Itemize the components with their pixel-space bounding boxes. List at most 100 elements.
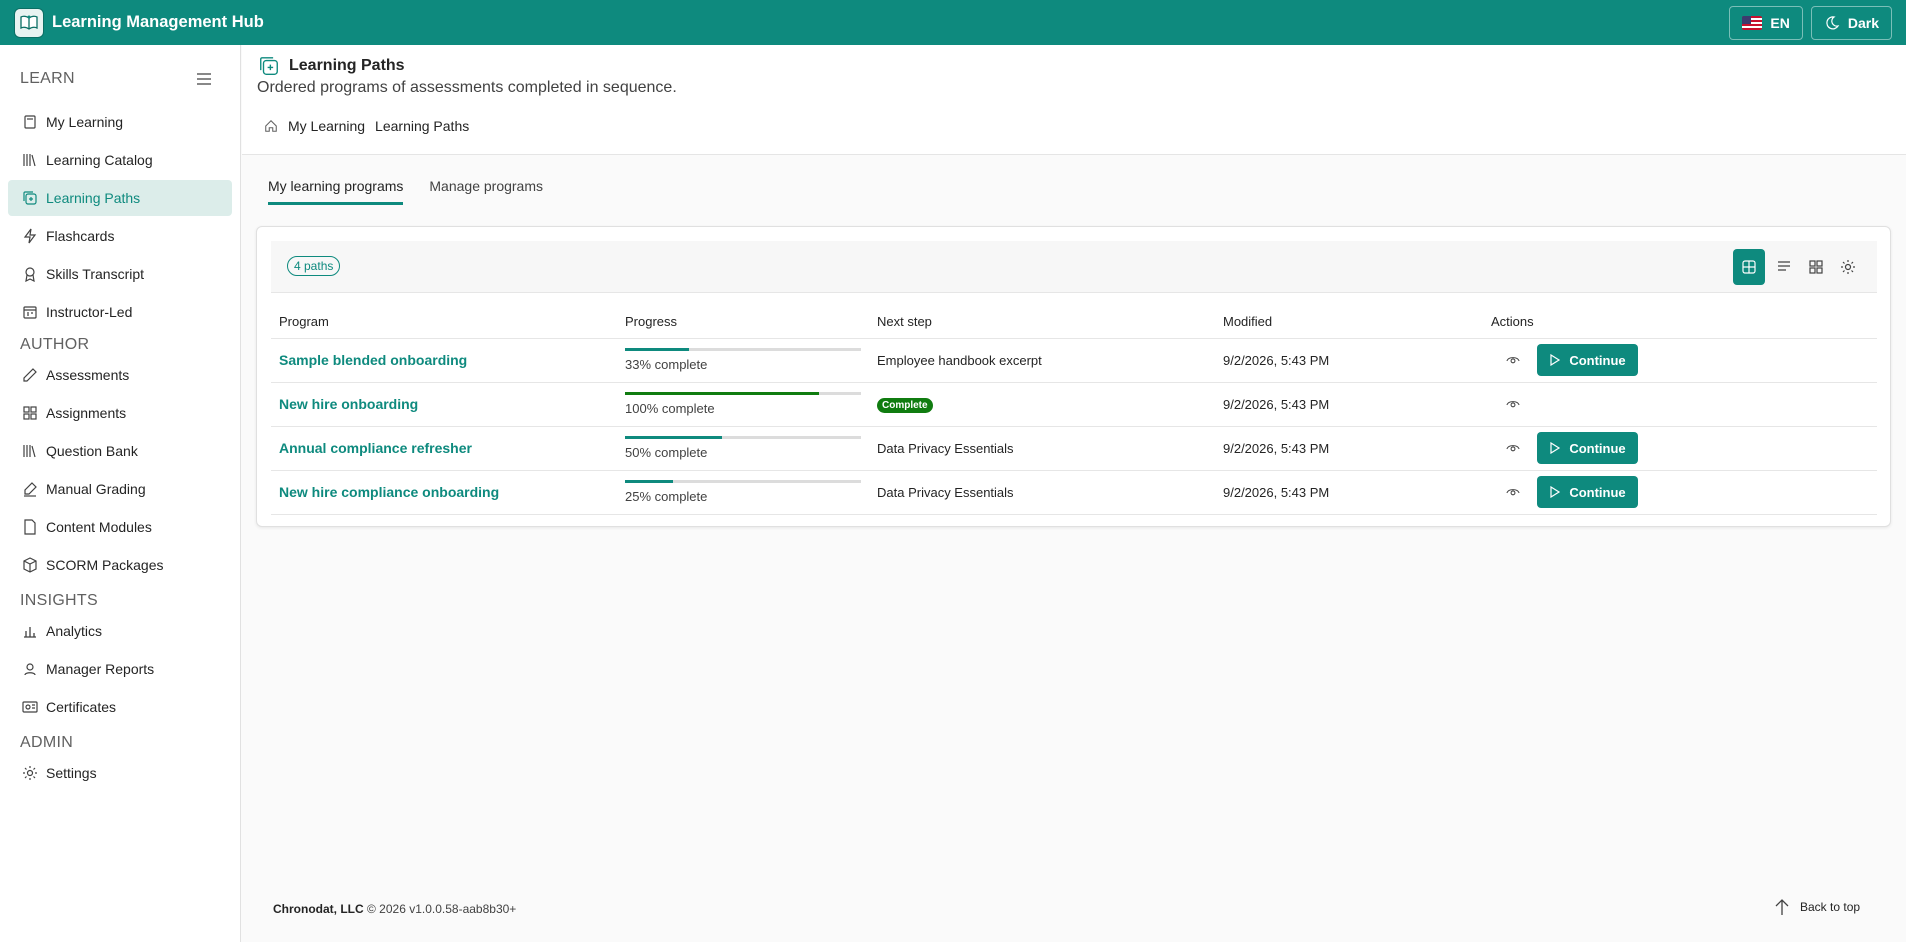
table-row: New hire onboarding 100% complete Comple… [271, 382, 1877, 427]
theme-toggle-button[interactable]: Dark [1810, 5, 1892, 40]
page-subtitle: Ordered programs of assessments complete… [257, 79, 677, 96]
app-logo[interactable] [14, 7, 44, 38]
column-header-progress[interactable]: Progress [617, 306, 869, 339]
progress-bar [625, 480, 861, 483]
column-header-actions: Actions [1483, 306, 1877, 339]
sidebar-item-label: Content Modules [46, 519, 152, 535]
sidebar-item-label: SCORM Packages [46, 557, 164, 573]
view-button[interactable] [1499, 346, 1527, 374]
progress-text: 100% complete [625, 401, 715, 416]
grading-icon [24, 482, 37, 497]
sidebar-item-skills-transcript[interactable]: Skills Transcript [8, 256, 232, 292]
eye-icon [1506, 357, 1520, 364]
hamburger-menu-icon[interactable] [196, 72, 212, 86]
footer-version: v1.0.0.58-aab8b30+ [409, 902, 517, 916]
table-view-button[interactable] [1733, 249, 1765, 285]
app-title: Learning Management Hub [52, 13, 264, 31]
section-heading-learn: LEARN [20, 70, 75, 87]
continue-label: Continue [1569, 484, 1626, 500]
sidebar-item-instructor-led[interactable]: Instructor-Led [8, 294, 232, 330]
calendar-icon [23, 306, 37, 319]
language-button[interactable]: EN [1729, 5, 1803, 40]
sidebar-item-analytics[interactable]: Analytics [8, 613, 232, 649]
modified-date: 9/2/2026, 5:43 PM [1215, 470, 1483, 515]
table-view-icon [1742, 260, 1756, 274]
play-icon [1550, 354, 1561, 366]
sidebar-item-my-learning[interactable]: My Learning [8, 104, 232, 140]
progress-fill [625, 392, 819, 395]
back-to-top-link[interactable]: Back to top [1774, 898, 1860, 916]
program-link[interactable]: New hire compliance onboarding [279, 484, 499, 500]
table-row: New hire compliance onboarding 25% compl… [271, 470, 1877, 515]
column-header-program[interactable]: Program [271, 306, 617, 339]
program-link[interactable]: Sample blended onboarding [279, 352, 467, 368]
modified-date: 9/2/2026, 5:43 PM [1215, 426, 1483, 471]
modified-date: 9/2/2026, 5:43 PM [1215, 338, 1483, 383]
sidebar-item-label: Learning Catalog [46, 152, 153, 168]
sidebar-nav: LEARN My Learning Learning Catalog Learn… [0, 45, 241, 942]
continue-label: Continue [1569, 440, 1626, 456]
table-row: Annual compliance refresher 50% complete… [271, 426, 1877, 471]
sidebar-item-assessments[interactable]: Assessments [8, 357, 232, 393]
view-button[interactable] [1499, 478, 1527, 506]
sidebar-item-question-bank[interactable]: Question Bank [8, 433, 232, 469]
sidebar-item-assignments[interactable]: Assignments [8, 395, 232, 431]
progress-bar [625, 392, 861, 395]
play-icon [1550, 486, 1561, 498]
section-heading-admin: ADMIN [20, 734, 74, 751]
sidebar-item-label: Instructor-Led [46, 304, 133, 320]
program-link[interactable]: New hire onboarding [279, 396, 418, 412]
sidebar-item-learning-catalog[interactable]: Learning Catalog [8, 142, 232, 178]
column-header-next-step[interactable]: Next step [869, 306, 1215, 339]
breadcrumb-learning-paths: Learning Paths [375, 118, 470, 134]
path-icon [260, 57, 278, 75]
program-link[interactable]: Annual compliance refresher [279, 440, 472, 456]
moon-icon [1826, 15, 1840, 29]
path-icon [23, 191, 37, 205]
grid-view-icon [1809, 260, 1823, 274]
sidebar-item-label: My Learning [46, 114, 124, 130]
sidebar-item-scorm-packages[interactable]: SCORM Packages [8, 547, 232, 583]
complete-badge: Complete [877, 397, 933, 413]
flash-icon [23, 228, 37, 244]
sidebar-item-label: Analytics [46, 623, 103, 639]
sidebar-item-manual-grading[interactable]: Manual Grading [8, 471, 232, 507]
sidebar-item-certificates[interactable]: Certificates [8, 689, 232, 725]
list-view-button[interactable] [1771, 249, 1797, 285]
page-title: Learning Paths [289, 57, 405, 74]
tab-manage-programs[interactable]: Manage programs [429, 178, 543, 205]
chart-icon [24, 627, 36, 638]
breadcrumb-my-learning[interactable]: My Learning [288, 118, 365, 134]
sidebar-item-learning-paths[interactable]: Learning Paths [8, 180, 232, 216]
arrow-up-icon [1775, 899, 1789, 915]
continue-button[interactable]: Continue [1537, 344, 1638, 376]
progress-fill [625, 436, 722, 439]
pencil-icon [23, 368, 37, 382]
programs-table: Program Progress Next step Modified Acti… [271, 306, 1877, 515]
sidebar-item-settings[interactable]: Settings [8, 755, 232, 791]
eye-icon [1506, 489, 1520, 496]
view-button[interactable] [1499, 390, 1527, 418]
modified-date: 9/2/2026, 5:43 PM [1215, 382, 1483, 427]
view-settings-button[interactable] [1835, 249, 1861, 285]
sidebar-item-content-modules[interactable]: Content Modules [8, 509, 232, 545]
play-icon [1550, 442, 1561, 454]
card-toolbar: 4 paths [271, 241, 1877, 293]
breadcrumb: My Learning Learning Paths [264, 118, 469, 134]
progress-text: 33% complete [625, 357, 708, 372]
continue-button[interactable]: Continue [1537, 432, 1638, 464]
column-header-modified[interactable]: Modified [1215, 306, 1483, 339]
view-button[interactable] [1499, 434, 1527, 462]
section-heading-author: AUTHOR [20, 336, 90, 353]
grid-view-button[interactable] [1803, 249, 1829, 285]
sidebar-item-flashcards[interactable]: Flashcards [8, 218, 232, 254]
continue-button[interactable]: Continue [1537, 476, 1638, 508]
top-app-bar: Learning Management Hub EN Dark [0, 0, 1906, 45]
back-to-top-label: Back to top [1800, 900, 1861, 914]
tab-my-learning-programs[interactable]: My learning programs [268, 178, 404, 205]
sidebar-item-label: Flashcards [46, 228, 115, 244]
progress-text: 50% complete [625, 445, 708, 460]
theme-label: Dark [1847, 14, 1879, 31]
sidebar-item-manager-reports[interactable]: Manager Reports [8, 651, 232, 687]
home-icon[interactable] [264, 119, 278, 133]
